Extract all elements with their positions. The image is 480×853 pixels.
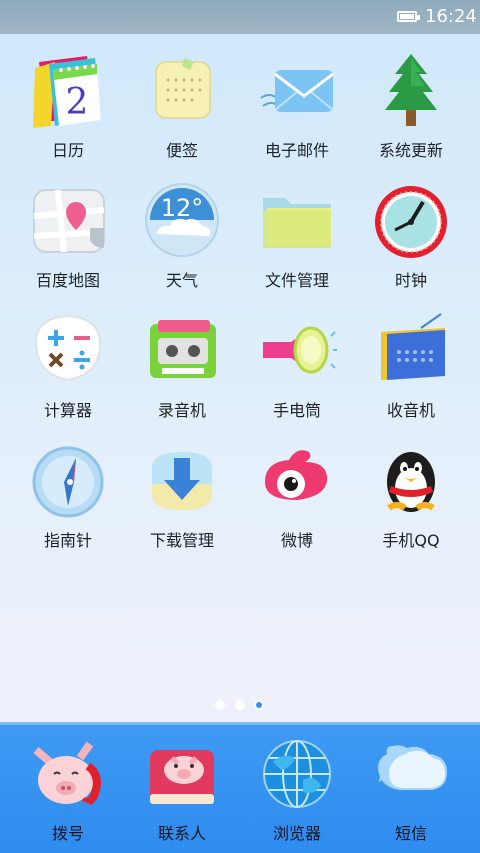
qq-penguin-icon (373, 442, 449, 518)
dock-label: 联系人 (157, 824, 206, 843)
app-label: 日历 (51, 141, 84, 160)
dock-app-contacts[interactable]: 联系人 (127, 734, 237, 849)
page-dot-3-active[interactable] (254, 700, 264, 710)
chat-bubble-icon (373, 736, 449, 812)
weibo-icon (259, 442, 335, 518)
app-email[interactable]: 电子邮件 (242, 52, 352, 167)
pig-contacts-icon (144, 736, 220, 812)
email-icon (259, 52, 335, 128)
dock-app-browser[interactable]: 浏览器 (242, 734, 352, 849)
pig-phone-icon (30, 736, 106, 812)
svg-text:2: 2 (66, 82, 89, 123)
app-label: 手机QQ (382, 531, 440, 550)
app-weather[interactable]: 12° 天气 (127, 182, 237, 297)
app-mobile-qq[interactable]: 手机QQ (356, 442, 466, 557)
app-recorder[interactable]: 录音机 (127, 312, 237, 427)
dock-label: 短信 (394, 824, 427, 843)
app-label: 天气 (165, 271, 198, 290)
globe-icon (259, 736, 335, 812)
app-radio[interactable]: 收音机 (356, 312, 466, 427)
status-time: 16:24 (425, 6, 477, 27)
app-label: 时钟 (394, 271, 427, 290)
app-label: 计算器 (43, 401, 92, 420)
app-label: 百度地图 (35, 271, 100, 290)
app-calendar[interactable]: 2 日历 (13, 52, 123, 167)
app-weibo[interactable]: 微博 (242, 442, 352, 557)
app-system-update[interactable]: 系统更新 (356, 52, 466, 167)
app-label: 指南针 (43, 531, 92, 550)
notes-icon (144, 52, 220, 128)
page-dot-2[interactable] (235, 700, 245, 710)
folder-icon (259, 182, 335, 258)
dock-app-dialer[interactable]: 拨号 (13, 734, 123, 849)
download-icon (144, 442, 220, 518)
app-file-manager[interactable]: 文件管理 (242, 182, 352, 297)
page-dot-1[interactable] (215, 700, 225, 710)
app-label: 录音机 (157, 401, 206, 420)
app-download-manager[interactable]: 下载管理 (127, 442, 237, 557)
calendar-icon: 2 (30, 52, 106, 128)
app-label: 文件管理 (264, 271, 329, 290)
app-baidu-map[interactable]: 百度地图 (13, 182, 123, 297)
app-compass[interactable]: 指南针 (13, 442, 123, 557)
map-icon (30, 182, 106, 258)
app-notes[interactable]: 便签 (127, 52, 237, 167)
dock-label: 拨号 (51, 824, 84, 843)
calculator-icon (30, 312, 106, 388)
compass-icon (30, 442, 106, 518)
radio-icon (373, 312, 449, 388)
battery-icon (397, 11, 420, 22)
tree-update-icon (373, 52, 449, 128)
app-label: 便签 (165, 141, 198, 160)
app-label: 微博 (280, 531, 313, 550)
app-label: 收音机 (386, 401, 435, 420)
dock-app-messages[interactable]: 短信 (356, 734, 466, 849)
app-label: 下载管理 (149, 531, 214, 550)
app-calculator[interactable]: 计算器 (13, 312, 123, 427)
status-bar: 16:24 (0, 0, 480, 34)
app-flashlight[interactable]: 手电筒 (242, 312, 352, 427)
app-clock[interactable]: 时钟 (356, 182, 466, 297)
app-label: 系统更新 (378, 141, 443, 160)
app-label: 电子邮件 (264, 141, 329, 160)
weather-icon: 12° (144, 182, 220, 258)
svg-text:12°: 12° (161, 194, 204, 222)
dock-label: 浏览器 (272, 824, 321, 843)
app-label: 手电筒 (272, 401, 321, 420)
clock-icon (373, 182, 449, 258)
flashlight-icon (259, 312, 337, 388)
cassette-icon (144, 312, 220, 388)
